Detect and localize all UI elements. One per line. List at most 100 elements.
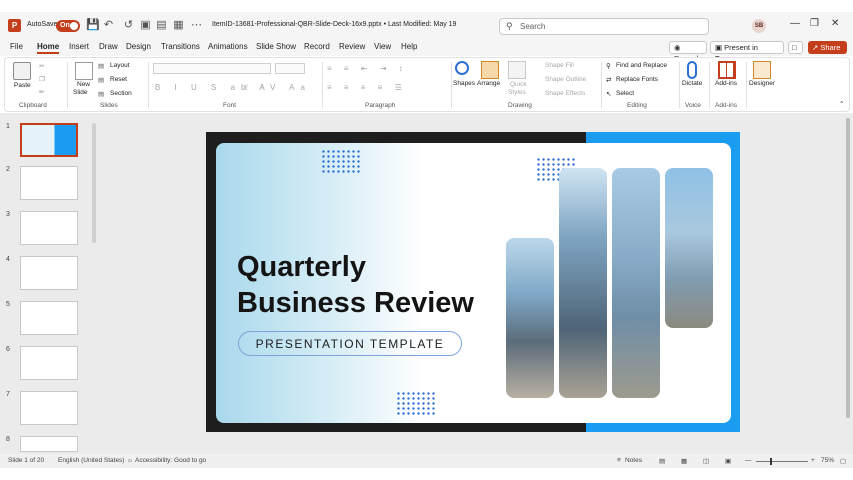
thumbnail-scrollbar[interactable] bbox=[92, 123, 96, 243]
slide-subtitle[interactable]: PRESENTATION TEMPLATE bbox=[238, 331, 462, 356]
section-button[interactable]: Section bbox=[110, 90, 132, 97]
tab-transitions[interactable]: Transitions bbox=[161, 42, 200, 51]
tab-file[interactable]: File bbox=[10, 42, 23, 51]
font-style-buttons[interactable]: B I U S ab AV Aa bbox=[155, 83, 311, 92]
paste-icon[interactable] bbox=[13, 62, 31, 80]
quick-styles-icon[interactable] bbox=[508, 61, 526, 79]
slide-thumbnail[interactable] bbox=[20, 166, 78, 200]
reading-view-icon[interactable]: ◫ bbox=[703, 457, 709, 465]
present-in-teams-button[interactable]: ▣ Present in Teams bbox=[710, 41, 784, 63]
new-slide-icon[interactable] bbox=[75, 62, 93, 80]
search-box[interactable]: ⚲ Search bbox=[499, 18, 709, 35]
slide-sorter-icon[interactable]: ▦ bbox=[681, 457, 687, 465]
undo-icon[interactable]: ↶ bbox=[102, 19, 115, 32]
list-buttons[interactable]: ≡ ≡ ⇤ ⇥ ↕ bbox=[327, 64, 408, 73]
shape-effects-button[interactable]: Shape Effects bbox=[545, 90, 585, 97]
slide-scrollbar[interactable] bbox=[846, 118, 850, 418]
fit-to-window-icon[interactable]: ▢ bbox=[840, 457, 846, 465]
record-button[interactable]: ◉ Record bbox=[669, 41, 707, 63]
collapse-ribbon-icon[interactable]: ⌃ bbox=[839, 100, 844, 108]
tab-record[interactable]: Record bbox=[304, 42, 330, 51]
comments-button[interactable]: □ bbox=[788, 41, 803, 54]
designer-label[interactable]: Designer bbox=[749, 80, 775, 87]
zoom-in-icon[interactable]: + bbox=[811, 457, 815, 464]
present-from-beginning-icon[interactable]: ▣ bbox=[139, 19, 152, 32]
cut-icon[interactable]: ✂ bbox=[39, 62, 44, 70]
font-size-dropdown[interactable] bbox=[275, 63, 305, 74]
find-replace-button[interactable]: Find and Replace bbox=[616, 62, 667, 69]
slide-title-line1[interactable]: Quarterly bbox=[237, 250, 366, 284]
slide-title-line2[interactable]: Business Review bbox=[237, 286, 474, 320]
paste-label[interactable]: Paste bbox=[14, 82, 31, 89]
title-bar: P AutoSave On 💾 ↶ ↺ ▣ ▤ ▦ ⋯ ItemID-13681… bbox=[0, 12, 853, 40]
normal-view-icon[interactable]: ▤ bbox=[659, 457, 665, 465]
minimize-icon[interactable]: — bbox=[790, 18, 800, 29]
new-slide-label[interactable]: New bbox=[77, 81, 90, 88]
customize-toolbar-icon[interactable]: ⋯ bbox=[190, 19, 203, 32]
shapes-label[interactable]: Shapes bbox=[453, 80, 475, 87]
tab-draw[interactable]: Draw bbox=[99, 42, 118, 51]
copy-icon[interactable]: ❐ bbox=[39, 75, 45, 83]
share-button[interactable]: ↗ Share bbox=[808, 41, 847, 54]
slideshow-icon[interactable]: ▣ bbox=[725, 457, 731, 465]
quick-styles-label-2[interactable]: Styles bbox=[508, 89, 526, 96]
close-icon[interactable]: ✕ bbox=[831, 18, 839, 29]
reset-button[interactable]: Reset bbox=[110, 76, 127, 83]
slide-thumbnail[interactable] bbox=[20, 211, 78, 245]
slide-layout-icon[interactable]: ▤ bbox=[155, 19, 168, 32]
microphone-icon[interactable] bbox=[687, 61, 697, 79]
tab-animations[interactable]: Animations bbox=[208, 42, 248, 51]
tab-slide-show[interactable]: Slide Show bbox=[256, 42, 296, 51]
arrange-icon[interactable] bbox=[481, 61, 499, 79]
notes-button[interactable]: Notes bbox=[625, 457, 642, 464]
slide-thumbnail[interactable] bbox=[20, 391, 78, 425]
slide-thumbnail[interactable] bbox=[20, 123, 78, 157]
autosave-state: On bbox=[60, 22, 70, 29]
save-icon[interactable]: 💾 bbox=[86, 19, 100, 32]
slide-thumbnail[interactable] bbox=[20, 256, 78, 290]
redo-icon[interactable]: ↺ bbox=[122, 19, 135, 32]
arrange-label[interactable]: Arrange bbox=[477, 80, 500, 87]
addins-label[interactable]: Add-ins bbox=[715, 80, 737, 87]
slide-canvas[interactable]: Quarterly Business Review PRESENTATION T… bbox=[206, 132, 740, 432]
image-icon[interactable]: ▦ bbox=[172, 19, 185, 32]
tab-help[interactable]: Help bbox=[401, 42, 417, 51]
zoom-slider-thumb[interactable] bbox=[770, 458, 772, 465]
format-painter-icon[interactable]: ✏ bbox=[39, 88, 44, 96]
select-button[interactable]: Select bbox=[616, 90, 634, 97]
tab-review[interactable]: Review bbox=[339, 42, 365, 51]
building-photo-3 bbox=[612, 168, 660, 398]
tab-design[interactable]: Design bbox=[126, 42, 151, 51]
alignment-buttons[interactable]: ≡ ≡ ≡ ≡ ☰ bbox=[327, 83, 407, 92]
addins-icon[interactable] bbox=[718, 61, 736, 79]
restore-icon[interactable]: ❐ bbox=[810, 18, 819, 29]
autosave-toggle[interactable]: On bbox=[56, 20, 80, 32]
quick-styles-label[interactable]: Quick bbox=[510, 81, 527, 88]
font-name-dropdown[interactable] bbox=[153, 63, 271, 74]
slide-thumbnail[interactable] bbox=[20, 346, 78, 380]
zoom-slider[interactable] bbox=[756, 461, 808, 462]
new-slide-label-2[interactable]: Slide bbox=[73, 89, 87, 96]
zoom-out-icon[interactable]: — bbox=[745, 457, 752, 464]
clipboard-group-label: Clipboard bbox=[19, 102, 47, 109]
dictate-label[interactable]: Dictate bbox=[682, 80, 702, 87]
accessibility-status[interactable]: Accessibility: Good to go bbox=[135, 457, 206, 464]
slide-thumbnail[interactable] bbox=[20, 436, 78, 452]
zoom-level[interactable]: 75% bbox=[821, 457, 834, 464]
font-color-buttons[interactable]: ℓ A bbox=[245, 83, 270, 92]
slides-group-label: Slides bbox=[100, 102, 118, 109]
language-indicator[interactable]: English (United States) bbox=[58, 457, 124, 464]
tab-home[interactable]: Home bbox=[37, 42, 60, 54]
designer-icon[interactable] bbox=[753, 61, 771, 79]
tab-insert[interactable]: Insert bbox=[69, 42, 89, 51]
replace-fonts-button[interactable]: Replace Fonts bbox=[616, 76, 658, 83]
tab-view[interactable]: View bbox=[374, 42, 391, 51]
shape-outline-button[interactable]: Shape Outline bbox=[545, 76, 586, 83]
document-title[interactable]: ItemID-13681-Professional-QBR-Slide-Deck… bbox=[212, 21, 456, 28]
shape-fill-button[interactable]: Shape Fill bbox=[545, 62, 574, 69]
find-icon: ⚲ bbox=[606, 63, 611, 70]
shapes-icon[interactable] bbox=[455, 61, 469, 75]
slide-thumbnail[interactable] bbox=[20, 301, 78, 335]
avatar[interactable]: SB bbox=[752, 19, 766, 33]
layout-button[interactable]: Layout bbox=[110, 62, 130, 69]
